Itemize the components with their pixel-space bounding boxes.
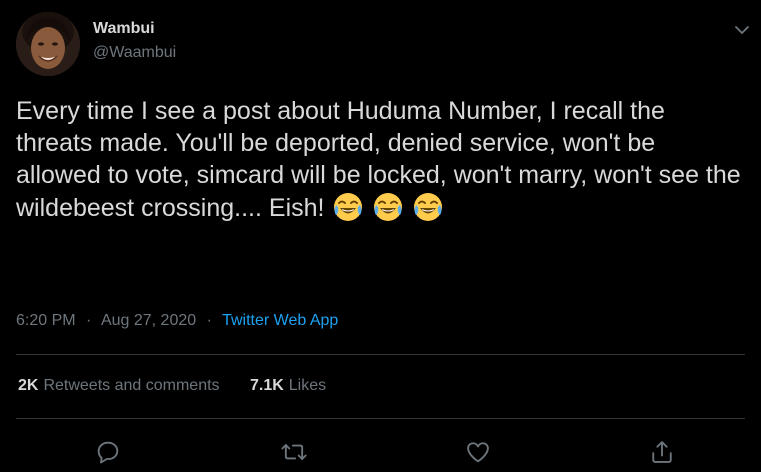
tweet-date[interactable]: Aug 27, 2020 <box>101 312 196 329</box>
tweet-card: Wambui @Waambui Every time I see a post … <box>0 0 761 472</box>
likes-label: Likes <box>288 377 327 394</box>
separator-dot: · <box>86 312 92 329</box>
display-name[interactable]: Wambui <box>93 20 155 38</box>
chevron-down-icon[interactable] <box>732 20 752 40</box>
likes-stat[interactable]: 7.1K Likes <box>250 377 326 395</box>
retweet-icon[interactable] <box>280 438 308 466</box>
reply-icon[interactable] <box>94 438 122 466</box>
face-with-tears-of-joy-icon <box>372 191 404 223</box>
tweet-time[interactable]: 6:20 PM <box>16 312 76 329</box>
tweet-text-block: Every time I see a post about Huduma Num… <box>16 95 746 224</box>
face-with-tears-of-joy-icon <box>332 191 364 223</box>
heart-icon[interactable] <box>464 438 492 466</box>
separator-dot: · <box>206 312 212 329</box>
avatar-image <box>16 12 80 76</box>
likes-count: 7.1K <box>249 377 284 394</box>
retweets-stat[interactable]: 2K Retweets and comments <box>18 377 220 395</box>
avatar[interactable] <box>16 12 80 76</box>
divider <box>16 418 745 419</box>
face-with-tears-of-joy-icon <box>412 191 444 223</box>
tweet-meta: 6:20 PM · Aug 27, 2020 · Twitter Web App <box>16 312 338 330</box>
tweet-source-link[interactable]: Twitter Web App <box>222 312 338 329</box>
retweets-count: 2K <box>18 377 39 394</box>
engagement-stats: 2K Retweets and comments 7.1K Likes <box>18 377 326 395</box>
user-handle[interactable]: @Waambui <box>93 44 176 62</box>
divider <box>16 354 745 355</box>
share-icon[interactable] <box>648 438 676 466</box>
retweets-label: Retweets and comments <box>43 377 220 394</box>
